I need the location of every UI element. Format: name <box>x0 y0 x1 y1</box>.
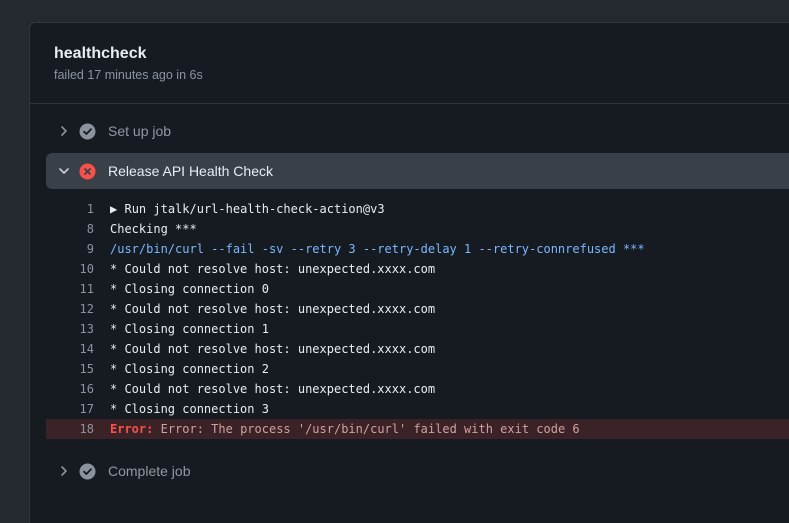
log-text: * Could not resolve host: unexpected.xxx… <box>110 262 436 276</box>
line-number: 13 <box>79 322 94 336</box>
log-text: * Closing connection 2 <box>110 362 269 376</box>
failure-x-icon <box>78 162 96 180</box>
log-text: * Closing connection 3 <box>110 402 269 416</box>
log-line: 15 * Closing connection 2 <box>46 359 789 379</box>
error-prefix: Error: <box>110 422 154 436</box>
error-message: Error: The process '/usr/bin/curl' faile… <box>160 422 580 436</box>
log-text: * Could not resolve host: unexpected.xxx… <box>110 382 436 396</box>
line-number: 18 <box>79 422 94 436</box>
log-line: 16 * Could not resolve host: unexpected.… <box>46 379 789 399</box>
log-text: * Closing connection 0 <box>110 282 269 296</box>
divider <box>30 103 789 104</box>
log-text: Checking *** <box>110 222 197 236</box>
step-complete-job[interactable]: Complete job <box>46 453 789 489</box>
line-number: 10 <box>79 262 94 276</box>
log-group-text[interactable]: ▶ Run jtalk/url-health-check-action@v3 <box>110 199 789 219</box>
step-label: Release API Health Check <box>108 163 273 179</box>
success-check-icon <box>78 462 96 480</box>
step-set-up-job[interactable]: Set up job <box>46 113 789 149</box>
line-number: 8 <box>86 222 94 236</box>
expand-triangle-icon: ▶ <box>110 202 118 216</box>
job-header: healthcheck failed 17 minutes ago in 6s <box>54 43 203 84</box>
line-number: 9 <box>86 242 94 256</box>
job-title: healthcheck <box>54 45 147 62</box>
log-line: 14 * Could not resolve host: unexpected.… <box>46 339 789 359</box>
log-line: 8 Checking *** <box>46 219 789 239</box>
job-panel: healthcheck failed 17 minutes ago in 6s … <box>29 22 789 523</box>
log-line: 13 * Closing connection 1 <box>46 319 789 339</box>
chevron-down-icon <box>50 165 78 177</box>
line-number: 11 <box>79 282 94 296</box>
log-text: * Could not resolve host: unexpected.xxx… <box>110 302 436 316</box>
step-label: Set up job <box>108 123 172 139</box>
log-line: 11 * Closing connection 0 <box>46 279 789 299</box>
line-number: 15 <box>79 362 94 376</box>
log-line: 9 /usr/bin/curl --fail -sv --retry 3 --r… <box>46 239 789 259</box>
chevron-right-icon <box>50 465 78 477</box>
line-number: 12 <box>79 302 94 316</box>
log-command-text: /usr/bin/curl --fail -sv --retry 3 --ret… <box>110 242 645 256</box>
success-check-icon <box>78 122 96 140</box>
error-log-text: Error: Error: The process '/usr/bin/curl… <box>110 419 789 439</box>
log-text: * Could not resolve host: unexpected.xxx… <box>110 342 436 356</box>
log-line: 12 * Could not resolve host: unexpected.… <box>46 299 789 319</box>
job-status-text: failed 17 minutes ago in 6s <box>54 68 203 82</box>
line-number: 17 <box>79 402 94 416</box>
step-log: 1 ▶ Run jtalk/url-health-check-action@v3… <box>46 199 789 439</box>
log-line: 10 * Could not resolve host: unexpected.… <box>46 259 789 279</box>
step-release-api-health-check[interactable]: Release API Health Check <box>46 153 789 189</box>
step-label: Complete job <box>108 463 191 479</box>
line-number: 14 <box>79 342 94 356</box>
log-text: Run jtalk/url-health-check-action@v3 <box>124 202 385 216</box>
line-number: 16 <box>79 382 94 396</box>
log-text: * Closing connection 1 <box>110 322 269 336</box>
log-line[interactable]: 1 ▶ Run jtalk/url-health-check-action@v3 <box>46 199 789 219</box>
log-line: 17 * Closing connection 3 <box>46 399 789 419</box>
line-number: 1 <box>86 202 94 216</box>
log-line-error: 18 Error: Error: The process '/usr/bin/c… <box>46 419 789 439</box>
chevron-right-icon <box>50 125 78 137</box>
